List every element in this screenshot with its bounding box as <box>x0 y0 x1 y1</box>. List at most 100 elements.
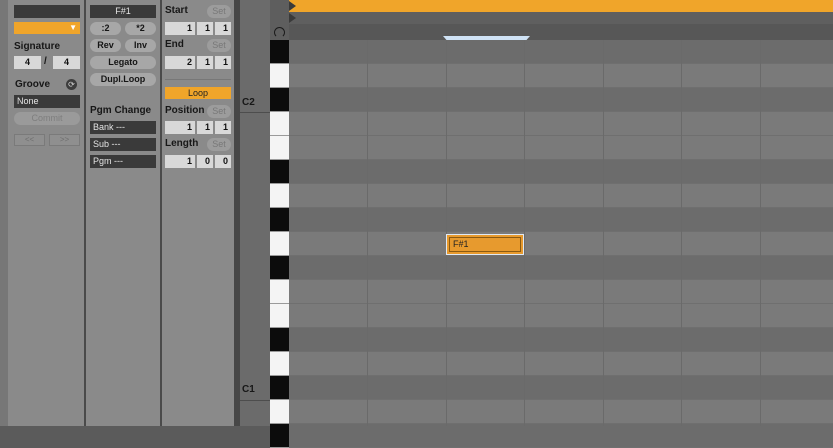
commit-button[interactable]: Commit <box>14 112 80 125</box>
length-sixteenths[interactable]: 0 <box>215 155 231 168</box>
position-bar[interactable]: 1 <box>165 121 195 134</box>
grid-row[interactable] <box>289 40 833 64</box>
white-key[interactable] <box>270 304 289 328</box>
start-bar[interactable]: 1 <box>165 22 195 35</box>
black-key[interactable] <box>270 424 289 448</box>
grid-row[interactable] <box>289 112 833 136</box>
length-beats[interactable]: 0 <box>197 155 213 168</box>
grid-row[interactable] <box>289 352 833 376</box>
length-set-button[interactable]: Set <box>207 138 231 151</box>
midi-note[interactable]: F#1 <box>446 234 524 255</box>
white-key[interactable] <box>270 232 289 256</box>
start-set-button[interactable]: Set <box>207 5 231 18</box>
pgm-change-label: Pgm Change <box>90 105 152 116</box>
end-bar[interactable]: 2 <box>165 56 195 69</box>
double-button[interactable]: *2 <box>125 22 156 35</box>
black-key[interactable] <box>270 376 289 400</box>
loop-divider <box>165 79 231 80</box>
groove-label: Groove <box>15 79 51 90</box>
c2-label: C2 <box>242 97 255 108</box>
prev-button[interactable]: << <box>14 134 45 146</box>
legato-button[interactable]: Legato <box>90 56 156 69</box>
white-key[interactable] <box>270 184 289 208</box>
grid-row[interactable] <box>289 256 833 280</box>
black-key[interactable] <box>270 208 289 232</box>
groove-select[interactable]: None <box>14 95 80 108</box>
black-key[interactable] <box>270 88 289 112</box>
start-marker-icon[interactable] <box>289 1 296 11</box>
white-key[interactable] <box>270 400 289 424</box>
white-key[interactable] <box>270 136 289 160</box>
signature-label: Signature <box>14 41 61 52</box>
grid-row[interactable] <box>289 136 833 160</box>
signature-slash: / <box>44 56 47 67</box>
half-button[interactable]: :2 <box>90 22 121 35</box>
invert-button[interactable]: Inv <box>125 39 156 52</box>
end-label: End <box>165 39 184 50</box>
sub-field[interactable]: Sub --- <box>90 138 156 151</box>
duplicate-loop-button[interactable]: Dupl.Loop <box>90 73 156 86</box>
beat-line <box>760 40 761 426</box>
note-name-field[interactable]: F#1 <box>90 5 156 18</box>
headphones-icon[interactable] <box>274 27 285 38</box>
beat-line <box>367 40 368 426</box>
length-bars[interactable]: 1 <box>165 155 195 168</box>
loop-toggle[interactable]: Loop <box>165 87 231 99</box>
grid-row[interactable] <box>289 304 833 328</box>
c1-divider <box>240 400 270 401</box>
beat-line <box>446 40 447 426</box>
black-key[interactable] <box>270 256 289 280</box>
signature-numerator[interactable]: 4 <box>14 56 41 69</box>
position-label: Position <box>165 105 205 116</box>
reverse-button[interactable]: Rev <box>90 39 121 52</box>
c2-divider <box>240 112 270 113</box>
chevron-down-icon: ▼ <box>69 23 77 32</box>
white-key[interactable] <box>270 64 289 88</box>
groove-hotswap-icon[interactable]: ⟳ <box>66 79 77 90</box>
clip-header-bar <box>289 0 833 12</box>
grid-row[interactable] <box>289 208 833 232</box>
signature-denominator[interactable]: 4 <box>53 56 80 69</box>
grid-row[interactable] <box>289 88 833 112</box>
grid-row[interactable] <box>289 160 833 184</box>
beat-line <box>681 40 682 426</box>
selection-brace[interactable] <box>443 36 530 40</box>
grid-row[interactable] <box>289 400 833 424</box>
clip-color-dropdown[interactable]: ▼ <box>14 22 80 34</box>
note-ruler-strip <box>240 0 270 426</box>
loop-bar <box>289 12 833 24</box>
start-beat[interactable]: 1 <box>197 22 213 35</box>
position-beat[interactable]: 1 <box>197 121 213 134</box>
grid-row[interactable] <box>289 328 833 352</box>
black-key[interactable] <box>270 160 289 184</box>
beat-line <box>603 40 604 426</box>
end-beat[interactable]: 1 <box>197 56 213 69</box>
start-sixteenth[interactable]: 1 <box>215 22 231 35</box>
white-key[interactable] <box>270 352 289 376</box>
grid-row[interactable] <box>289 232 833 256</box>
length-label: Length <box>165 138 199 149</box>
grid-row[interactable] <box>289 424 833 448</box>
pgm-field[interactable]: Pgm --- <box>90 155 156 168</box>
beat-line <box>524 40 525 426</box>
white-key[interactable] <box>270 280 289 304</box>
position-sixteenth[interactable]: 1 <box>215 121 231 134</box>
bank-field[interactable]: Bank --- <box>90 121 156 134</box>
next-button[interactable]: >> <box>49 134 80 146</box>
midi-note-label: F#1 <box>449 237 521 252</box>
grid-row[interactable] <box>289 64 833 88</box>
grid-row[interactable] <box>289 184 833 208</box>
end-sixteenth[interactable]: 1 <box>215 56 231 69</box>
black-key[interactable] <box>270 328 289 352</box>
start-label: Start <box>165 5 188 16</box>
white-key[interactable] <box>270 112 289 136</box>
end-set-button[interactable]: Set <box>207 39 231 52</box>
loop-marker-icon[interactable] <box>289 13 296 23</box>
grid-row[interactable] <box>289 376 833 400</box>
position-set-button[interactable]: Set <box>207 105 231 118</box>
clip-name-field[interactable] <box>14 5 80 18</box>
time-ruler[interactable] <box>289 24 833 40</box>
black-key[interactable] <box>270 40 289 64</box>
c1-label: C1 <box>242 384 255 395</box>
grid-row[interactable] <box>289 280 833 304</box>
